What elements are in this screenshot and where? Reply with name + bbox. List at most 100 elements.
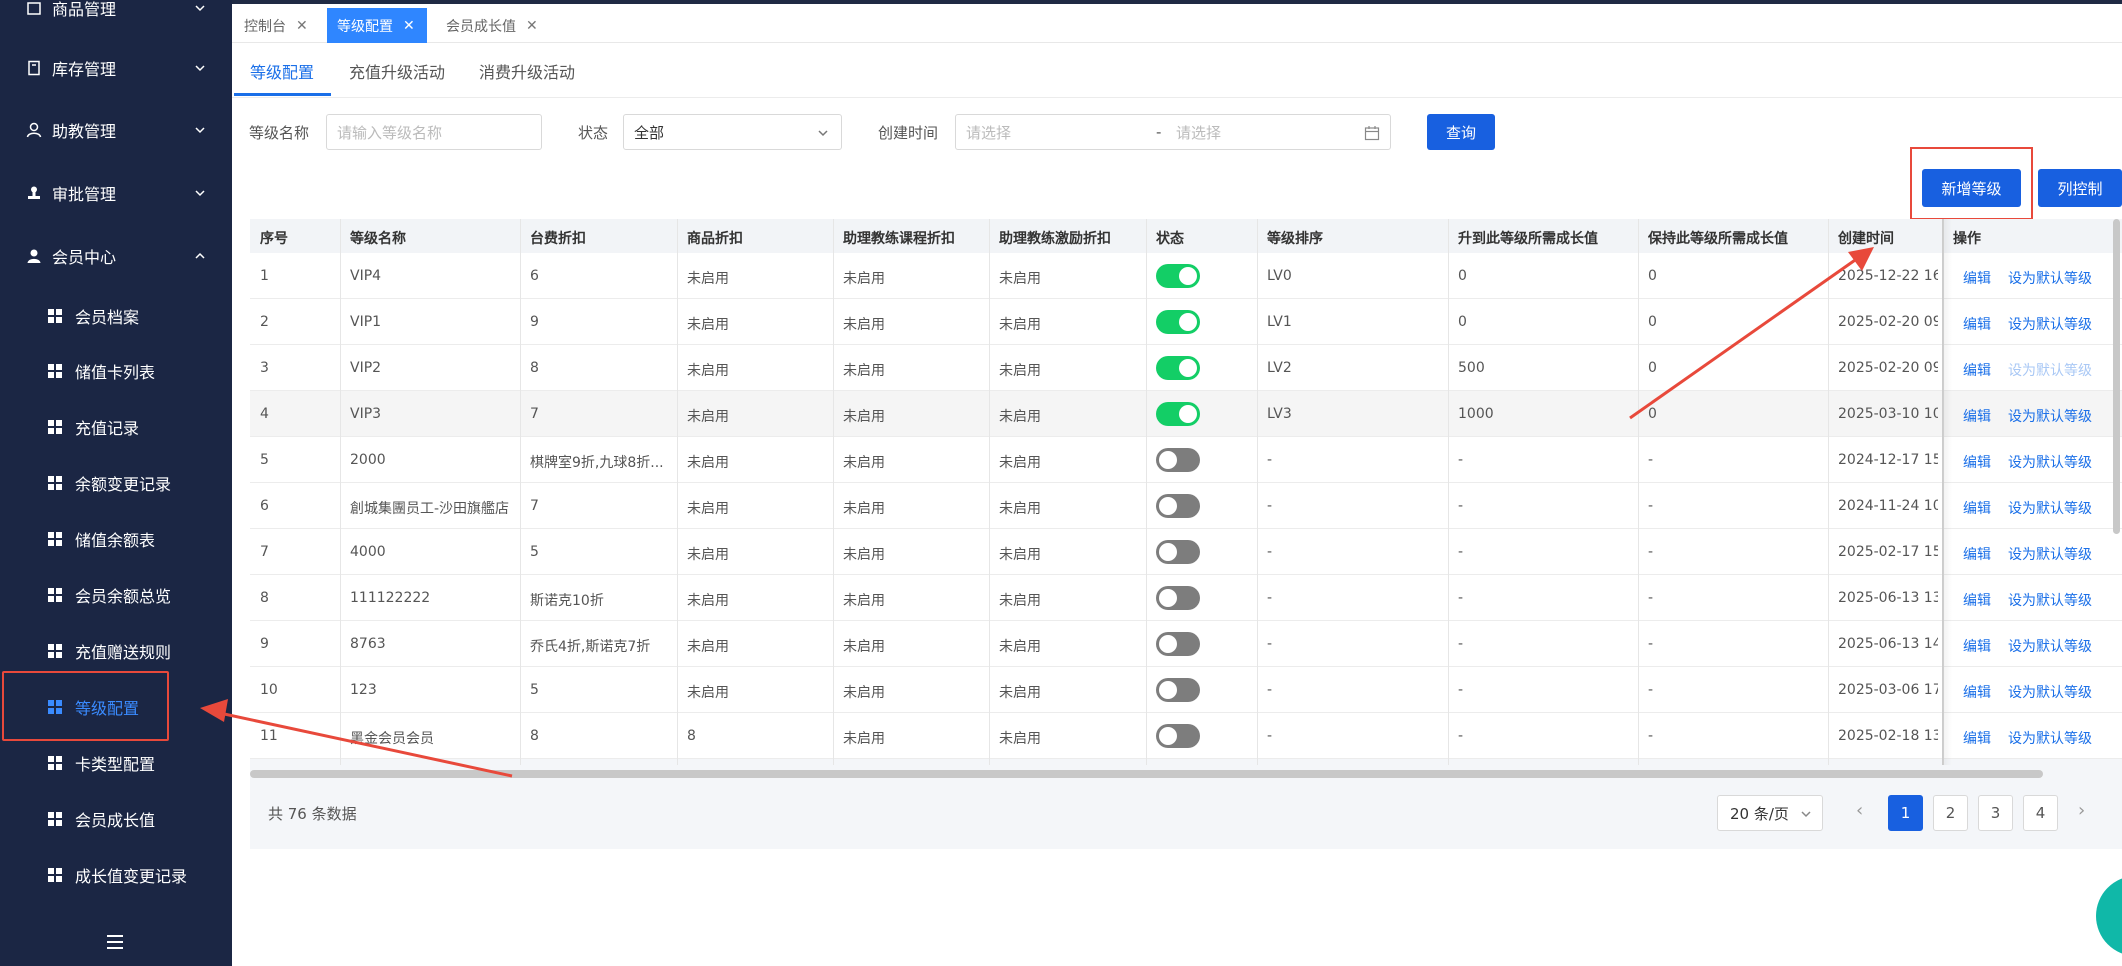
sidebar-item-member-growth[interactable]: 会员成长值 xyxy=(0,797,232,841)
table-row: 4 VIP3 7 未启用 未启用 未启用 LV3 1000 0 2025-03-10 10:2 编辑… xyxy=(250,391,2122,437)
cell-keep-value: - xyxy=(1648,682,1654,698)
close-icon[interactable]: ✕ xyxy=(296,18,308,34)
subtab-consume-upgrade[interactable]: 消费升级活动 xyxy=(479,59,575,83)
page-button[interactable]: 4 xyxy=(2023,795,2058,831)
cell-level-name: 4000 xyxy=(350,544,386,560)
page-button[interactable]: 1 xyxy=(1888,795,1923,831)
set-default-link[interactable]: 设为默认等级 xyxy=(2008,544,2092,564)
cell-index: 11 xyxy=(260,728,278,744)
sidebar-item-label: 会员档案 xyxy=(75,308,140,327)
status-switch[interactable] xyxy=(1156,586,1200,610)
status-switch[interactable] xyxy=(1156,494,1200,518)
next-page-button[interactable]: › xyxy=(2078,800,2085,821)
edit-link[interactable]: 编辑 xyxy=(1963,544,1991,564)
tab-member-growth[interactable]: 会员成长值 ✕ xyxy=(446,8,538,43)
cell-keep-value: - xyxy=(1648,544,1654,560)
chevron-down-icon xyxy=(1801,811,1811,818)
sidebar-group-coach[interactable]: 助教管理 xyxy=(0,108,232,152)
edit-link[interactable]: 编辑 xyxy=(1963,590,1991,610)
cell-keep-value: - xyxy=(1648,590,1654,606)
set-default-link[interactable]: 设为默认等级 xyxy=(2008,268,2092,288)
sidebar-item-balance-overview[interactable]: 会员余额总览 xyxy=(0,573,232,617)
status-switch[interactable] xyxy=(1156,448,1200,472)
status-select[interactable]: 全部 xyxy=(623,114,842,150)
cell-coach-incentive-discount: 未启用 xyxy=(999,363,1041,379)
sidebar-item-member-profile[interactable]: 会员档案 xyxy=(0,294,232,338)
cell-index: 6 xyxy=(260,498,269,514)
set-default-link[interactable]: 设为默认等级 xyxy=(2008,406,2092,426)
goods-icon xyxy=(27,2,41,15)
hamburger-icon[interactable] xyxy=(107,935,123,949)
sidebar-item-recharge-bonus[interactable]: 充值赠送规则 xyxy=(0,629,232,673)
status-switch[interactable] xyxy=(1156,540,1200,564)
edit-link[interactable]: 编辑 xyxy=(1963,314,1991,334)
set-default-link[interactable]: 设为默认等级 xyxy=(2008,360,2092,380)
sidebar-item-recharge-records[interactable]: 充值记录 xyxy=(0,405,232,449)
column-divider xyxy=(1257,219,1258,765)
edit-link[interactable]: 编辑 xyxy=(1963,268,1991,288)
status-switch[interactable] xyxy=(1156,264,1200,288)
column-header: 商品折扣 xyxy=(687,231,743,247)
cell-table-discount: 9 xyxy=(530,314,539,330)
edit-link[interactable]: 编辑 xyxy=(1963,682,1991,702)
set-default-link[interactable]: 设为默认等级 xyxy=(2008,682,2092,702)
edit-link[interactable]: 编辑 xyxy=(1963,360,1991,380)
edit-link[interactable]: 编辑 xyxy=(1963,636,1991,656)
set-default-link[interactable]: 设为默认等级 xyxy=(2008,636,2092,656)
set-default-link[interactable]: 设为默认等级 xyxy=(2008,728,2092,748)
tab-level-config[interactable]: 等级配置 ✕ xyxy=(327,8,427,43)
subtab-recharge-upgrade[interactable]: 充值升级活动 xyxy=(349,59,445,83)
edit-link[interactable]: 编辑 xyxy=(1963,728,1991,748)
cell-keep-value: 0 xyxy=(1648,268,1657,284)
horizontal-scrollbar[interactable] xyxy=(250,770,2043,778)
query-button[interactable]: 查询 xyxy=(1427,114,1495,150)
status-switch[interactable] xyxy=(1156,356,1200,380)
sidebar-item-stored-balance[interactable]: 储值余额表 xyxy=(0,517,232,561)
set-default-link[interactable]: 设为默认等级 xyxy=(2008,314,2092,334)
date-range-picker[interactable]: 请选择 - 请选择 xyxy=(955,114,1391,150)
sidebar-group-approval[interactable]: 审批管理 xyxy=(0,171,232,215)
status-switch[interactable] xyxy=(1156,724,1200,748)
cell-goods-discount: 未启用 xyxy=(687,317,729,333)
page-button[interactable]: 2 xyxy=(1933,795,1968,831)
page-button[interactable]: 3 xyxy=(1978,795,2013,831)
subtab-level-config[interactable]: 等级配置 xyxy=(250,59,314,83)
set-default-link[interactable]: 设为默认等级 xyxy=(2008,452,2092,472)
sidebar-group-goods[interactable]: 商品管理 xyxy=(0,0,232,30)
edit-link[interactable]: 编辑 xyxy=(1963,452,1991,472)
sidebar-group-member[interactable]: 会员中心 xyxy=(0,234,232,278)
coach-icon xyxy=(26,122,42,138)
edit-link[interactable]: 编辑 xyxy=(1963,498,1991,518)
close-icon[interactable]: ✕ xyxy=(403,18,415,34)
column-control-button[interactable]: 列控制 xyxy=(2038,169,2122,207)
status-switch[interactable] xyxy=(1156,678,1200,702)
sidebar-item-card-type-config[interactable]: 卡类型配置 xyxy=(0,741,232,785)
sidebar-item-growth-changes[interactable]: 成长值变更记录 xyxy=(0,853,232,897)
table-row: 2 VIP1 9 未启用 未启用 未启用 LV1 0 0 2025-02-20 09:5 编辑设为默… xyxy=(250,299,2122,345)
table-row: 7 4000 5 未启用 未启用 未启用 - - - 2025-02-17 15:4 编辑设为默认等… xyxy=(250,529,2122,575)
level-name-input[interactable]: 请输入等级名称 xyxy=(326,114,542,150)
column-divider xyxy=(1828,219,1829,765)
edit-link[interactable]: 编辑 xyxy=(1963,406,1991,426)
tab-dashboard[interactable]: 控制台 ✕ xyxy=(244,8,308,43)
prev-page-button[interactable]: ‹ xyxy=(1856,800,1863,821)
floating-help-button[interactable] xyxy=(2096,876,2122,956)
grid-icon xyxy=(48,587,63,603)
sidebar-group-label: 会员中心 xyxy=(52,248,117,267)
page-size-select[interactable]: 20 条/页 xyxy=(1717,795,1823,831)
level-name-label: 等级名称 xyxy=(249,124,310,142)
set-default-link[interactable]: 设为默认等级 xyxy=(2008,590,2092,610)
add-level-button[interactable]: 新增等级 xyxy=(1922,169,2021,207)
close-icon[interactable]: ✕ xyxy=(526,18,538,34)
sidebar-item-balance-changes[interactable]: 余额变更记录 xyxy=(0,461,232,505)
status-switch[interactable] xyxy=(1156,310,1200,334)
column-divider xyxy=(1638,219,1639,765)
sidebar-group-inventory[interactable]: 库存管理 xyxy=(0,46,232,90)
status-switch[interactable] xyxy=(1156,402,1200,426)
sidebar-item-stored-card-list[interactable]: 储值卡列表 xyxy=(0,349,232,393)
set-default-link[interactable]: 设为默认等级 xyxy=(2008,498,2092,518)
tab-label: 等级配置 xyxy=(337,18,393,35)
vertical-scrollbar[interactable] xyxy=(2113,219,2120,534)
status-switch[interactable] xyxy=(1156,632,1200,656)
grid-icon xyxy=(48,531,63,547)
